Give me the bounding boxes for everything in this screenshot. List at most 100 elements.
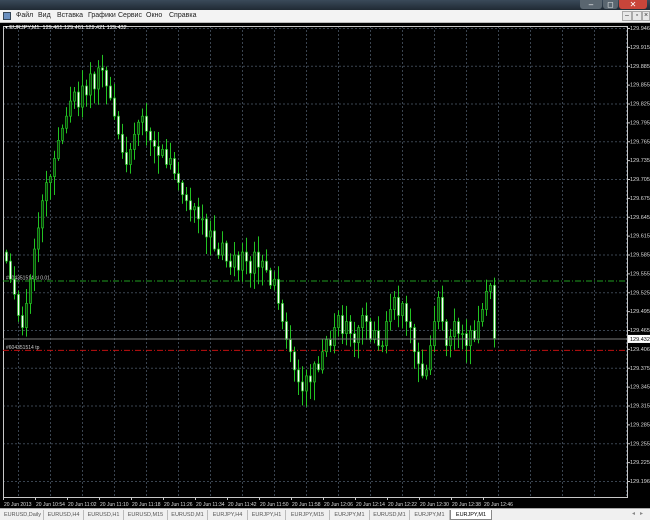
candle-bull [233,254,236,268]
candle-bear [369,321,372,341]
close-button[interactable]: ✕ [619,0,647,9]
menu-charts[interactable]: Графики [88,12,116,19]
order-line-label: #604351514 sl 0.01 [6,275,50,281]
chart-tab[interactable]: EURJPY,M1 [410,510,450,520]
candle-bear [281,303,284,322]
chart-tab[interactable]: EURUSD,M1 [370,510,410,520]
price-label: 129.735 [630,158,650,164]
candle-bear [181,182,184,196]
candle-bear [377,330,380,347]
candle-bull [29,278,32,304]
mdi-restore-button[interactable]: ▫ [632,11,642,21]
candle-bear [213,230,216,250]
candle-bull [305,375,308,392]
chart-ohlc: 129.461 129.461 129.421 129.432 [42,25,127,31]
candle-bull [209,230,212,238]
order-line-label: #604351514 tp [6,345,40,351]
candle-bear [421,363,424,377]
candle-bull [241,251,244,271]
candle-bear [185,194,188,202]
candle-bear [225,242,228,262]
candle-bull [253,251,256,274]
candle-bear [465,333,468,347]
chart-symbol: EURJPY,M1 [9,25,40,31]
candle-bear [13,278,16,295]
app-icon [3,12,11,20]
candle-bull [193,206,196,211]
menu-file[interactable]: Файл [16,12,33,19]
price-label: 129.675 [630,196,650,202]
candle-bear [457,321,460,334]
tab-scroll-left-button[interactable]: ◂ [632,510,635,517]
candle-bull [81,85,84,108]
candle-bear [353,333,356,344]
candle-bear [205,218,208,238]
candle-bull [337,315,340,328]
price-label: 129.465 [630,328,650,334]
menu-window[interactable]: Окно [146,12,162,19]
chart-tab[interactable]: EURUSD,M15 [124,510,168,520]
price-label: 129.555 [630,271,650,277]
candle-bull [25,303,28,328]
candle-bull [489,284,492,292]
candle-bull [161,149,164,156]
price-label: 129.795 [630,120,650,126]
candle-bull [221,242,224,256]
candle-bull [469,330,472,347]
candle-bull [261,260,264,268]
candle-bear [17,294,20,316]
menu-tools[interactable]: Сервис [118,12,142,19]
candle-bear [297,369,300,383]
chart-tab[interactable]: EURJPY,M15 [286,510,330,520]
candle-bear [217,248,220,256]
candle-bear [289,339,292,353]
chart-header: ▾ EURJPY,M1 129.461 129.461 129.421 129.… [5,25,127,31]
candle-bear [413,327,416,353]
minimize-button[interactable]: – [580,0,602,9]
candle-bear [329,339,332,347]
chart-tab[interactable]: EURJPY,M1 [330,510,370,520]
chart-tab[interactable]: EURUSD,Daily [2,510,44,520]
candle-bear [405,303,408,322]
chart-tab[interactable]: EURUSD,M1 [168,510,208,520]
candle-bear [145,115,148,132]
chart-tab[interactable]: EURJPY,H4 [208,510,248,520]
price-chart[interactable]: 129.946 129.915 129.885 129.855 129.825 129.7… [0,23,650,508]
candle-bull [373,330,376,341]
price-label: 129.705 [630,177,650,183]
candle-bull [449,336,452,347]
candle-bull [129,149,132,165]
candle-bull [89,73,92,96]
tab-scroll-right-button[interactable]: ▸ [640,510,643,517]
maximize-button[interactable]: ◻ [603,0,618,9]
candle-bull [137,121,140,135]
chart-tab[interactable]: EURJPY,M1 [450,510,492,520]
current-price-label: 129.432 [630,337,650,343]
candle-bear [165,149,168,165]
candle-bull [69,100,72,117]
candle-bull [37,227,40,250]
candle-bull [477,321,480,341]
menu-view[interactable]: Вид [38,12,51,19]
menu-help[interactable]: Справка [169,12,196,19]
candle-bear [365,315,368,322]
candle-bear [441,297,444,322]
menu-insert[interactable]: Вставка [57,12,83,19]
chart-tab[interactable]: EURUSD,H1 [84,510,124,520]
candle-bull [429,345,432,371]
chart-tab[interactable]: EURJPY,H1 [248,510,286,520]
price-label: 129.196 [630,479,650,485]
candle-bull [357,327,360,344]
mdi-minimize-button[interactable]: – [622,11,632,21]
candle-bear [349,321,352,334]
price-label: 129.345 [630,385,650,391]
candle-bear [265,260,268,271]
candle-bull [433,321,436,347]
chart-canvas[interactable]: 129.946 129.915 129.885 129.855 129.825 129.7… [0,23,650,508]
mdi-close-button[interactable]: × [642,11,650,21]
candle-bull [49,176,52,183]
candle-bear [5,251,8,262]
menu-bar: Файл Вид Вставка Графики Сервис Окно Спр… [0,10,650,23]
candle-bear [9,260,12,280]
chart-tab[interactable]: EURUSD,H4 [44,510,84,520]
